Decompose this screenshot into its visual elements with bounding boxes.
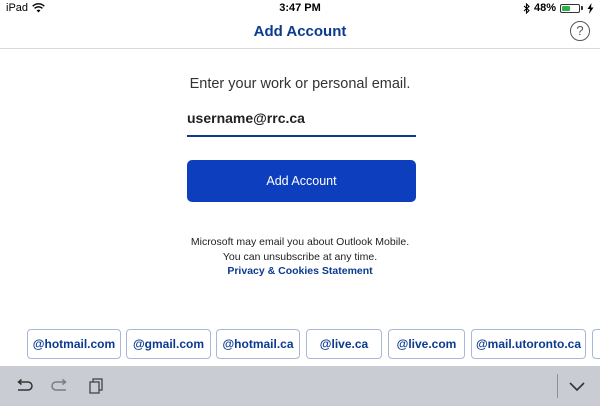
clock: 3:47 PM: [279, 2, 321, 14]
page-title: Add Account: [253, 23, 347, 40]
privacy-cookies-link[interactable]: Privacy & Cookies Statement: [0, 264, 600, 279]
bluetooth-icon: [523, 2, 530, 14]
battery-percent: 48%: [533, 2, 556, 14]
email-field[interactable]: [187, 106, 415, 130]
suggestion-live-ca[interactable]: @live.ca: [306, 329, 382, 359]
disclaimer: Microsoft may email you about Outlook Mo…: [0, 235, 600, 279]
add-account-button[interactable]: Add Account: [187, 160, 416, 202]
suggestion-overflow-chip[interactable]: [592, 329, 600, 359]
disclaimer-line-1: Microsoft may email you about Outlook Mo…: [190, 236, 410, 248]
suggestion-mail-utoronto-ca[interactable]: @mail.utoronto.ca: [471, 329, 586, 359]
suggestion-gmail-com[interactable]: @gmail.com: [126, 329, 211, 359]
domain-suggestions: @hotmail.com @gmail.com @hotmail.ca @liv…: [0, 326, 600, 366]
paste-icon[interactable]: [85, 375, 107, 397]
charging-bolt-icon: [587, 2, 594, 14]
email-field-underline: [187, 135, 416, 137]
redo-icon[interactable]: [50, 375, 72, 397]
email-prompt: Enter your work or personal email.: [189, 76, 411, 92]
help-button[interactable]: ?: [570, 21, 590, 41]
nav-bar: Add Account ?: [0, 16, 600, 49]
keyboard-bar-divider: [557, 374, 558, 398]
suggestion-hotmail-ca[interactable]: @hotmail.ca: [216, 329, 300, 359]
status-bar: iPad 3:47 PM 48%: [0, 0, 600, 16]
undo-icon[interactable]: [12, 375, 34, 397]
suggestion-live-com[interactable]: @live.com: [388, 329, 465, 359]
status-right: 48%: [523, 2, 594, 14]
keyboard-accessory-bar: [0, 366, 600, 406]
disclaimer-line-2: You can unsubscribe at any time.: [222, 250, 378, 263]
suggestion-hotmail-com[interactable]: @hotmail.com: [27, 329, 121, 359]
dismiss-keyboard-icon[interactable]: [566, 375, 588, 397]
battery-icon: [560, 3, 583, 13]
